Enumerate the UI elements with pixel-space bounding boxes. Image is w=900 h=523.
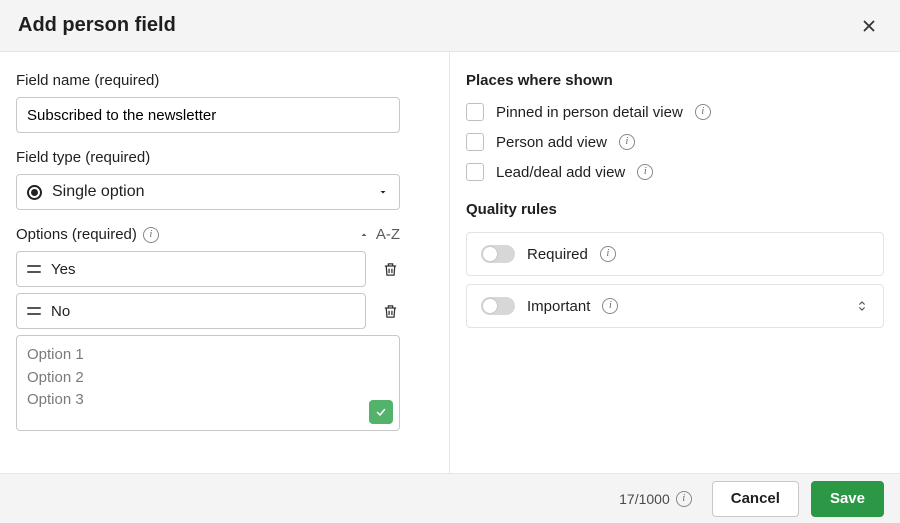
field-name-input[interactable] [16,97,400,133]
checkbox[interactable] [466,103,484,121]
option-value: Yes [51,261,355,278]
close-button[interactable] [856,13,882,39]
modal-body: Field name (required) Field type (requir… [0,52,900,473]
char-count: 17/1000 i [619,491,692,507]
delete-option-button[interactable] [378,299,403,324]
info-icon[interactable]: i [602,298,618,314]
place-row: Person add view i [466,133,884,151]
bulk-placeholder-line: Option 3 [27,389,389,412]
place-label: Lead/deal add view [496,164,625,181]
options-group: Options (required) i A-Z YesNo Option 1O… [16,226,433,431]
check-icon [375,405,387,419]
delete-option-button[interactable] [378,257,403,282]
modal-footer: 17/1000 i Cancel Save [0,473,900,523]
field-name-group: Field name (required) [16,72,433,133]
bulk-options-input[interactable]: Option 1Option 2Option 3 [16,335,400,431]
save-button[interactable]: Save [811,481,884,517]
field-type-select[interactable]: Single option [16,174,400,210]
drag-handle-icon[interactable] [27,307,41,315]
field-name-label: Field name (required) [16,72,433,89]
trash-icon [382,261,399,278]
field-type-label: Field type (required) [16,149,433,166]
place-label: Person add view [496,134,607,151]
rule-label: Required [527,246,588,263]
place-row: Pinned in person detail view i [466,103,884,121]
place-label: Pinned in person detail view [496,104,683,121]
bulk-confirm-button[interactable] [369,400,393,424]
drag-handle-icon[interactable] [27,265,41,273]
quality-rule-card: Important i [466,284,884,328]
info-icon[interactable]: i [619,134,635,150]
left-column: Field name (required) Field type (requir… [0,52,450,473]
expand-icon[interactable] [855,299,869,313]
option-input[interactable]: No [16,293,366,329]
info-icon[interactable]: i [676,491,692,507]
options-label: Options (required) [16,226,137,243]
places-title: Places where shown [466,72,884,89]
modal-header: Add person field [0,0,900,52]
rule-label: Important [527,298,590,315]
char-count-value: 17/1000 [619,491,670,507]
info-icon[interactable]: i [695,104,711,120]
info-icon[interactable]: i [143,227,159,243]
checkbox[interactable] [466,133,484,151]
option-row: Yes [16,251,433,287]
trash-icon [382,303,399,320]
chevron-down-icon [377,186,389,198]
modal-title: Add person field [18,14,176,37]
rule-toggle[interactable] [481,297,515,315]
rule-toggle[interactable] [481,245,515,263]
option-input[interactable]: Yes [16,251,366,287]
option-row: No [16,293,433,329]
option-value: No [51,303,355,320]
single-option-icon [27,185,42,200]
checkbox[interactable] [466,163,484,181]
bulk-placeholder-line: Option 2 [27,367,389,390]
field-type-value: Single option [52,183,145,201]
info-icon[interactable]: i [637,164,653,180]
cancel-button[interactable]: Cancel [712,481,799,517]
info-icon[interactable]: i [600,246,616,262]
bulk-placeholder-line: Option 1 [27,344,389,367]
quality-rules-section: Quality rules Required i Important i [466,201,884,328]
quality-rule-card: Required i [466,232,884,276]
field-type-group: Field type (required) Single option [16,149,433,210]
close-icon [860,17,878,35]
quality-rules-title: Quality rules [466,201,884,218]
sort-az-label: A-Z [376,226,400,243]
sort-az-button[interactable]: A-Z [358,226,400,243]
sort-up-icon [358,229,370,241]
right-column: Places where shown Pinned in person deta… [450,52,900,473]
place-row: Lead/deal add view i [466,163,884,181]
